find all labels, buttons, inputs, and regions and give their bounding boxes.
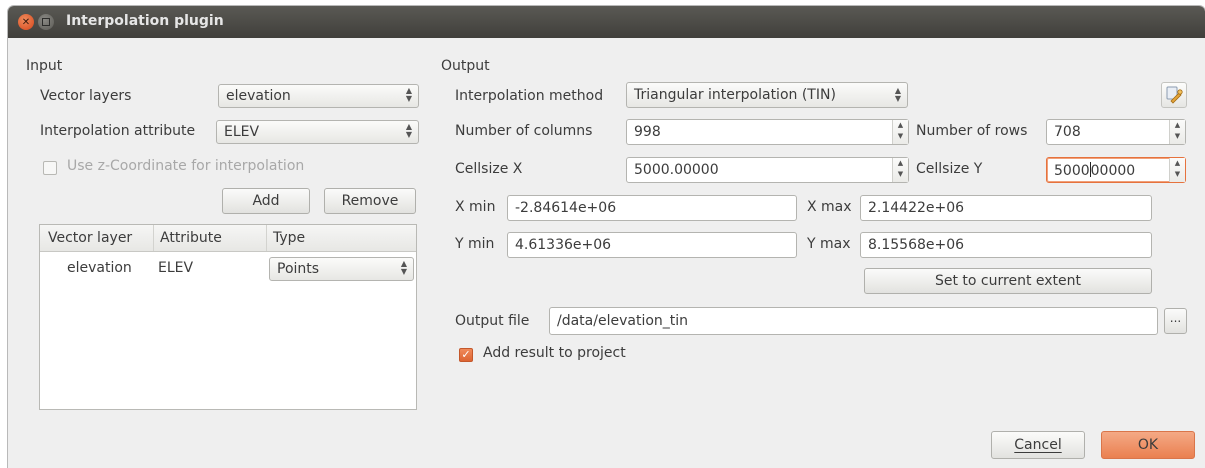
checkmark-icon: ✓ xyxy=(461,348,471,361)
wrench-icon xyxy=(1166,86,1183,104)
cellsize-x-spinbox[interactable]: 5000.00000 ▲ ▼ xyxy=(626,157,909,183)
interpolation-method-value: Triangular interpolation (TIN) xyxy=(634,87,836,103)
column-separator xyxy=(266,225,267,251)
cellsize-y-spinbox[interactable]: 500000000 ▲ ▼ xyxy=(1046,157,1186,183)
add-button[interactable]: Add xyxy=(222,188,310,214)
updown-arrows-icon: ▲ ▼ xyxy=(405,122,412,139)
vector-layers-value: elevation xyxy=(226,88,291,104)
method-settings-button[interactable] xyxy=(1161,82,1187,108)
interpolation-attribute-combo[interactable]: ELEV ▲ ▼ xyxy=(216,120,419,144)
cellsize-y-label: Cellsize Y xyxy=(916,161,983,177)
column-header-type[interactable]: Type xyxy=(273,230,305,246)
table-cell-type-value: Points xyxy=(277,261,320,277)
remove-button[interactable]: Remove xyxy=(324,188,416,214)
window-title: Interpolation plugin xyxy=(66,13,224,29)
table-header: Vector layer Attribute Type xyxy=(40,225,416,252)
browse-button[interactable]: ... xyxy=(1164,308,1187,334)
table-cell-type-combo[interactable]: Points ▲ ▼ xyxy=(269,257,414,281)
cellsize-y-value-before-caret: 5000 xyxy=(1054,163,1090,179)
x-max-label: X max xyxy=(807,199,852,215)
output-file-label: Output file xyxy=(455,313,530,329)
number-of-rows-spinbox[interactable]: 708 ▲ ▼ xyxy=(1046,119,1186,145)
interpolation-method-label: Interpolation method xyxy=(455,88,604,104)
updown-arrows-icon: ▲ ▼ xyxy=(894,86,901,103)
updown-arrows-icon[interactable]: ▲ ▼ xyxy=(1169,158,1185,182)
number-of-columns-label: Number of columns xyxy=(455,123,593,139)
x-max-field[interactable]: 2.14422e+06 xyxy=(860,195,1152,221)
column-header-vector-layer[interactable]: Vector layer xyxy=(48,230,132,246)
add-result-checkbox[interactable]: ✓ xyxy=(459,348,473,362)
x-min-label: X min xyxy=(455,199,496,215)
vector-layers-combo[interactable]: elevation ▲ ▼ xyxy=(218,84,419,108)
cellsize-x-label: Cellsize X xyxy=(455,161,523,177)
updown-arrows-icon: ▲ ▼ xyxy=(405,86,412,103)
title-bar: ✕ Interpolation plugin xyxy=(8,6,1205,38)
cellsize-y-value-after-caret: 00000 xyxy=(1090,163,1136,179)
input-section-label: Input xyxy=(26,58,63,74)
x-min-field[interactable]: -2.84614e+06 xyxy=(507,195,797,221)
interpolation-dialog: ✕ Interpolation plugin Input Vector laye… xyxy=(8,6,1205,468)
interpolation-attribute-label: Interpolation attribute xyxy=(40,123,196,139)
number-of-columns-spinbox[interactable]: 998 ▲ ▼ xyxy=(626,119,909,145)
add-result-label: Add result to project xyxy=(483,345,626,361)
column-separator xyxy=(153,225,154,251)
number-of-columns-value: 998 xyxy=(634,124,661,140)
updown-arrows-icon[interactable]: ▲ ▼ xyxy=(892,120,908,144)
use-z-checkbox[interactable] xyxy=(43,161,57,175)
updown-arrows-icon[interactable]: ▲ ▼ xyxy=(1169,120,1185,144)
cellsize-x-value: 5000.00000 xyxy=(634,162,719,178)
updown-arrows-icon[interactable]: ▲ ▼ xyxy=(892,158,908,182)
updown-arrows-icon: ▲ ▼ xyxy=(400,259,407,276)
output-section-label: Output xyxy=(441,58,490,74)
minimize-icon[interactable] xyxy=(38,14,54,30)
y-min-field[interactable]: 4.61336e+06 xyxy=(507,232,797,258)
table-cell-layer[interactable]: elevation xyxy=(67,260,132,276)
vector-layers-label: Vector layers xyxy=(40,88,132,104)
use-z-label: Use z-Coordinate for interpolation xyxy=(67,158,305,174)
interpolation-attribute-value: ELEV xyxy=(224,124,260,140)
cancel-button[interactable]: Cancel xyxy=(991,431,1085,459)
number-of-rows-label: Number of rows xyxy=(916,123,1028,139)
set-to-current-extent-button[interactable]: Set to current extent xyxy=(864,268,1152,294)
input-layers-table: Vector layer Attribute Type elevation EL… xyxy=(39,224,417,410)
number-of-rows-value: 708 xyxy=(1054,124,1081,140)
y-max-field[interactable]: 8.15568e+06 xyxy=(860,232,1152,258)
interpolation-method-combo[interactable]: Triangular interpolation (TIN) ▲ ▼ xyxy=(626,82,908,108)
ok-button[interactable]: OK xyxy=(1101,431,1195,459)
table-cell-attribute[interactable]: ELEV xyxy=(158,260,193,276)
column-header-attribute[interactable]: Attribute xyxy=(160,230,222,246)
y-max-label: Y max xyxy=(807,236,851,252)
close-icon[interactable]: ✕ xyxy=(18,14,34,30)
output-file-field[interactable]: /data/elevation_tin xyxy=(549,307,1158,335)
y-min-label: Y min xyxy=(455,236,495,252)
